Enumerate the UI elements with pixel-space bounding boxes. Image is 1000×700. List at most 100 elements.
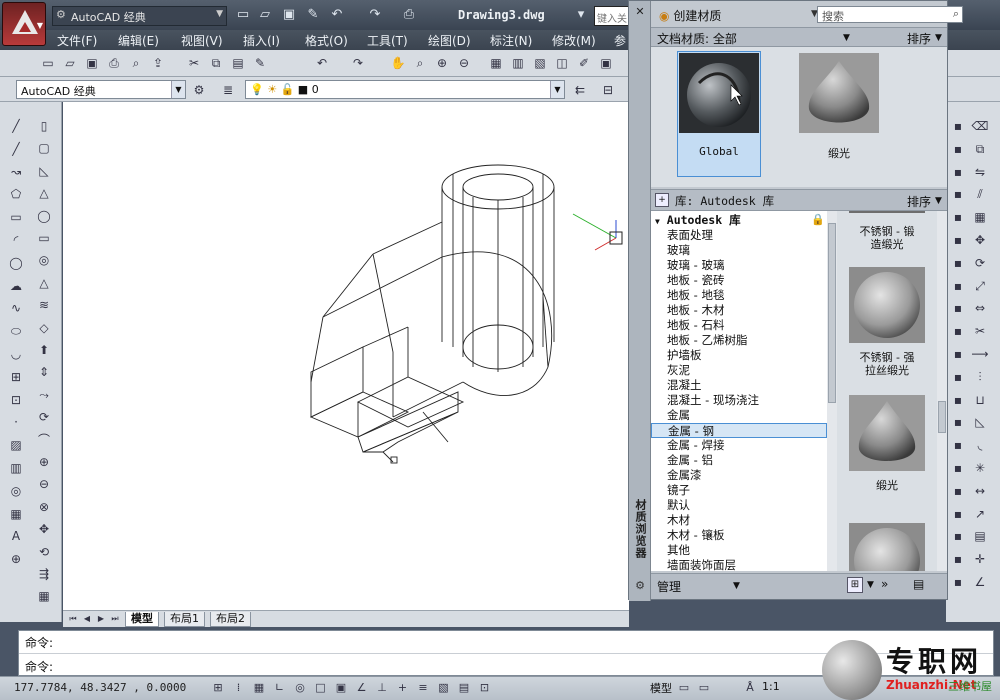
layer-lock-icon[interactable]: ▪ — [948, 230, 968, 250]
library-scrollbar[interactable] — [937, 211, 947, 571]
tree-item[interactable]: 金属 — [667, 408, 690, 423]
sort-button[interactable]: 排序 — [907, 30, 931, 47]
ortho-mode-icon[interactable]: ∟ — [272, 680, 288, 696]
3d-array-icon[interactable]: ▦ — [34, 586, 54, 606]
ellipse-icon[interactable]: ⬭ — [6, 321, 26, 341]
layer-current-icon[interactable]: ▪ — [948, 412, 968, 432]
loft-icon[interactable]: ⌒ — [34, 430, 54, 450]
annotation-scale-icon[interactable]: Å — [742, 680, 758, 696]
layer-isolate-icon[interactable]: ▪ — [948, 253, 968, 273]
layer-vp-icon[interactable]: ▪ — [948, 481, 968, 501]
mirror-icon[interactable]: ⇋ — [970, 162, 990, 182]
layer-change-icon[interactable]: ▪ — [948, 390, 968, 410]
tree-item[interactable]: 地板 - 乙烯树脂 — [667, 333, 747, 348]
tree-item[interactable]: 地板 - 木材 — [667, 303, 724, 318]
undo-icon[interactable]: ↶ — [328, 6, 346, 24]
material-search-input[interactable]: 搜索 ⌕ — [817, 6, 963, 23]
annotation-scale[interactable]: 1:1 — [762, 680, 780, 693]
join-icon[interactable]: ⊔ — [970, 390, 990, 410]
workspace-style-select[interactable]: AutoCAD 经典 ▼ — [16, 80, 186, 99]
publish-icon[interactable]: ⇪ — [148, 53, 168, 73]
3d-align-icon[interactable]: ⇶ — [34, 564, 54, 584]
quick-view-layouts-icon[interactable]: ▭ — [676, 680, 692, 696]
snap-mode-icon[interactable]: ⁞ — [231, 680, 247, 696]
library-swatch[interactable]: 缎光 — [845, 395, 929, 495]
model-space-button[interactable]: 模型 — [650, 680, 672, 696]
object-snap-tracking-icon[interactable]: ∠ — [354, 680, 370, 696]
ellipse-arc-icon[interactable]: ◡ — [6, 344, 26, 364]
union-icon[interactable]: ⊕ — [34, 452, 54, 472]
offset-icon[interactable]: ⫽ — [970, 184, 990, 204]
tree-item[interactable]: 混凝土 - 现场浇注 — [667, 393, 759, 408]
tree-item[interactable]: 混凝土 — [667, 378, 702, 393]
rotate-icon[interactable]: ⟳ — [970, 253, 990, 273]
properties-icon[interactable]: ▦ — [486, 53, 506, 73]
pyramid-icon[interactable]: △ — [34, 273, 54, 293]
layer-freeze-icon[interactable]: ▪ — [948, 207, 968, 227]
tab-model[interactable]: 模型 — [125, 612, 159, 627]
save-as-icon[interactable]: ✎ — [304, 6, 322, 24]
planar-surface-icon[interactable]: ◇ — [34, 318, 54, 338]
center-mark-icon[interactable]: ✛ — [970, 549, 990, 569]
sphere-icon[interactable]: ◯ — [34, 206, 54, 226]
wedge-icon[interactable]: ◺ — [34, 161, 54, 181]
tree-root[interactable]: ▼ Autodesk 库 — [655, 213, 741, 228]
text-icon[interactable]: A — [6, 526, 26, 546]
chevron-down-icon[interactable]: ▾ — [572, 6, 590, 24]
tree-item[interactable]: 玻璃 — [667, 243, 690, 258]
paste-icon[interactable]: ▤ — [228, 53, 248, 73]
design-center-icon[interactable]: ▥ — [508, 53, 528, 73]
polyline-icon[interactable]: ↝ — [6, 162, 26, 182]
region-icon[interactable]: ◎ — [6, 481, 26, 501]
drawing-canvas[interactable] — [63, 102, 629, 610]
tolerance-icon[interactable]: ▤ — [970, 526, 990, 546]
pan-icon[interactable]: ✋ — [388, 53, 408, 73]
tree-item[interactable]: 金属 - 铝 — [667, 453, 713, 468]
sheet-set-icon[interactable]: ◫ — [552, 53, 572, 73]
menu-item[interactable]: 视图(V) — [181, 32, 223, 49]
explode-icon[interactable]: ✳ — [970, 458, 990, 478]
stretch-icon[interactable]: ⇔ — [970, 298, 990, 318]
layer-print-icon[interactable]: ▪ — [948, 526, 968, 546]
command-input[interactable]: 命令: — [25, 658, 53, 675]
layer-copy-icon[interactable]: ▪ — [948, 367, 968, 387]
tree-item[interactable]: 地板 - 石料 — [667, 318, 724, 333]
print-preview-icon[interactable]: ⌕ — [126, 53, 146, 73]
polysolid-icon[interactable]: ▯ — [34, 116, 54, 136]
lineweight-icon[interactable]: ≡ — [415, 680, 431, 696]
palette-properties-icon[interactable]: ⚙ — [633, 579, 647, 593]
new-file-icon[interactable]: ▭ — [234, 6, 252, 24]
tree-item[interactable]: 护墙板 — [667, 348, 702, 363]
layer-iso-icon[interactable]: ▪ — [948, 344, 968, 364]
3d-object-snap-icon[interactable]: ▣ — [333, 680, 349, 696]
menu-item[interactable]: 标注(N) — [490, 32, 532, 49]
tree-item[interactable]: 玻璃 - 玻璃 — [667, 258, 724, 273]
menu-item[interactable]: 插入(I) — [243, 32, 280, 49]
torus-icon[interactable]: ◎ — [34, 250, 54, 270]
workspace-settings-icon[interactable]: ⚙ — [189, 80, 209, 100]
new-file-icon[interactable]: ▭ — [38, 53, 58, 73]
quick-properties-icon[interactable]: ▤ — [456, 680, 472, 696]
save-icon[interactable]: ▣ — [82, 53, 102, 73]
spline-icon[interactable]: ∿ — [6, 298, 26, 318]
manage-button[interactable]: 管理 — [657, 578, 681, 595]
layer-delete-icon[interactable]: ▪ — [948, 321, 968, 341]
tree-item[interactable]: 金属 - 焊接 — [667, 438, 724, 453]
gradient-icon[interactable]: ▥ — [6, 458, 26, 478]
application-menu-button[interactable]: ▼ — [2, 2, 46, 46]
tree-item[interactable]: 木材 — [667, 513, 690, 528]
menu-item[interactable]: 参 — [614, 32, 626, 49]
cut-icon[interactable]: ✂ — [184, 53, 204, 73]
box-icon[interactable]: ▢ — [34, 138, 54, 158]
tree-item[interactable]: 其他 — [667, 543, 690, 558]
circle-icon[interactable]: ◯ — [6, 253, 26, 273]
undo-icon[interactable]: ↶ — [312, 53, 332, 73]
menu-item[interactable]: 编辑(E) — [118, 32, 159, 49]
point-icon[interactable]: · — [6, 412, 26, 432]
tree-scrollbar[interactable] — [827, 211, 837, 571]
extrude-icon[interactable]: ⬆ — [34, 340, 54, 360]
close-icon[interactable]: ✕ — [633, 5, 647, 19]
array-icon[interactable]: ▦ — [970, 207, 990, 227]
save-icon[interactable]: ▣ — [280, 6, 298, 24]
leader-icon[interactable]: ↗ — [970, 504, 990, 524]
